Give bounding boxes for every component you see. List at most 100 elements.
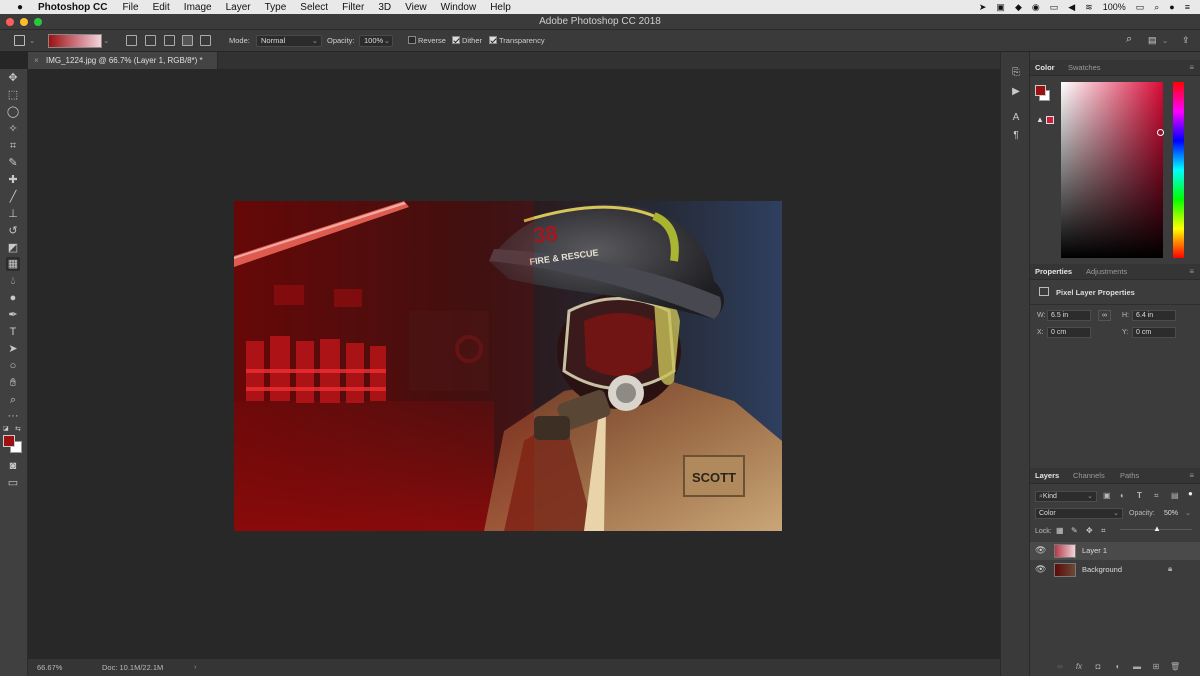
new-group-icon[interactable]: ▬ [1132,662,1142,671]
tab-swatches[interactable]: Swatches [1068,63,1101,72]
eraser-tool-icon[interactable]: ◩ [6,241,20,255]
width-field[interactable]: 6.5 in [1047,310,1091,321]
hand-tool-icon[interactable]: ✋︎ [6,376,20,390]
quick-mask-icon[interactable]: ◙ [6,459,20,473]
app-menu[interactable]: Photoshop CC [38,2,107,13]
tab-properties[interactable]: Properties [1035,267,1072,276]
magic-wand-tool-icon[interactable]: ✧ [6,122,20,136]
filter-type-icon[interactable]: T [1137,491,1142,500]
reverse-checkbox[interactable] [408,36,416,44]
color-picker-cursor[interactable] [1157,129,1164,136]
tab-layers[interactable]: Layers [1035,471,1059,480]
filter-smart-object-icon[interactable]: ▤ [1171,491,1179,500]
layer-opacity-field[interactable]: 50% ⌄ [1160,508,1192,519]
color-field[interactable] [1061,82,1164,258]
default-colors-icon[interactable]: ◪ [3,425,10,432]
height-field[interactable]: 6.4 in [1132,310,1176,321]
battery-icon[interactable]: ▭ [1136,2,1145,13]
airplay-icon[interactable]: ▭ [1050,2,1059,13]
tool-preset-icon[interactable] [14,35,25,46]
menu-image[interactable]: Image [184,2,212,13]
gamut-warning-icon[interactable]: ▲ [1036,115,1044,124]
gradient-tool-icon[interactable]: ▦ [6,257,20,271]
dropbox-icon[interactable]: ◆ [1015,2,1022,13]
lasso-tool-icon[interactable]: ◯ [6,105,20,119]
status-menu-arrow-icon[interactable]: › [194,662,197,671]
crop-tool-icon[interactable]: ⌗ [6,139,20,153]
eyedropper-tool-icon[interactable]: ✎ [6,156,20,170]
dodge-tool-icon[interactable]: ● [6,291,20,305]
type-tool-icon[interactable]: T [6,325,20,339]
gradient-picker[interactable] [48,34,102,48]
layer-row[interactable]: 👁︎ Background 🔒︎ [1030,561,1200,579]
blur-tool-icon[interactable]: 💧︎ [6,274,20,288]
zoom-tool-icon[interactable]: ⌕ [6,393,20,407]
tab-adjustments[interactable]: Adjustments [1086,267,1127,276]
dither-checkbox[interactable] [452,36,460,44]
opacity-field[interactable]: 100% ⌄ [359,35,393,47]
lock-transparent-icon[interactable]: ▦ [1056,526,1064,535]
menu-view[interactable]: View [405,2,427,13]
opacity-slider-thumb[interactable]: ▲ [1153,525,1161,533]
menu-type[interactable]: Type [265,2,287,13]
zoom-level[interactable]: 66.67% [37,663,62,672]
color-panel-menu-icon[interactable]: ≡ [1189,63,1194,72]
lock-artboard-icon[interactable]: ⌗ [1101,526,1106,536]
menu-3d[interactable]: 3D [378,2,391,13]
layer-filter-select[interactable]: ⌕Kind ⌄ [1035,491,1097,502]
menu-layer[interactable]: Layer [226,2,251,13]
chevron-down-icon[interactable]: ⌄ [29,36,35,45]
layers-panel-menu-icon[interactable]: ≡ [1189,471,1194,480]
user-icon[interactable]: ● [1169,2,1174,12]
close-tab-icon[interactable]: × [34,52,39,69]
search-icon[interactable]: ⌕ [1126,33,1132,46]
radial-gradient-icon[interactable] [145,35,156,46]
more-tools-icon[interactable]: ··· [6,409,20,423]
link-layers-icon[interactable]: ∞ [1055,662,1065,671]
layer-name[interactable]: Background [1082,565,1122,574]
document-canvas-image[interactable]: SCOTT 38 FIRE & RESCUE [234,201,782,531]
healing-brush-tool-icon[interactable]: ✚ [6,173,20,187]
character-panel-icon[interactable]: A [1009,111,1023,125]
menu-file[interactable]: File [122,2,138,13]
brush-tool-icon[interactable]: ╱ [6,190,20,204]
layer-name[interactable]: Layer 1 [1082,546,1107,555]
notification-icon[interactable]: ≡ [1185,2,1190,12]
gradient-chevron-icon[interactable]: ⌄ [103,36,109,45]
path-selection-tool-icon[interactable]: ➤ [6,342,20,356]
filter-toggle-icon[interactable]: ● [1188,489,1193,498]
linear-gradient-icon[interactable] [126,35,137,46]
menu-window[interactable]: Window [441,2,477,13]
hue-slider[interactable] [1173,82,1184,258]
screen-mode-icon[interactable]: ▭ [6,476,20,490]
new-layer-icon[interactable]: ⊞ [1151,662,1161,671]
link-icon[interactable]: ∞ [1098,310,1111,321]
lock-image-icon[interactable]: ✎ [1071,526,1078,535]
history-panel-icon[interactable]: ⎘ [1009,66,1023,80]
y-field[interactable]: 0 cm [1132,327,1176,338]
blend-mode-select[interactable]: Color ⌄ [1035,508,1123,519]
lock-icon[interactable]: 🔒︎ [1168,564,1172,574]
tab-color[interactable]: Color [1035,63,1055,72]
wifi-icon[interactable]: ≋ [1085,2,1093,13]
mode-select[interactable]: Normal ⌄ [256,35,322,47]
properties-panel-menu-icon[interactable]: ≡ [1189,267,1194,276]
share-icon[interactable]: ⇪ [1182,35,1190,46]
menu-edit[interactable]: Edit [153,2,170,13]
marquee-tool-icon[interactable]: ⬚ [6,88,20,102]
ellipse-tool-icon[interactable]: ○ [6,359,20,373]
volume-icon[interactable]: ◀ [1068,2,1075,13]
transparency-checkbox[interactable] [489,36,497,44]
reflected-gradient-icon[interactable] [182,35,193,46]
layer-style-icon[interactable]: fx [1074,662,1084,671]
spotlight-icon[interactable]: ⌕ [1154,2,1159,13]
menu-help[interactable]: Help [490,2,511,13]
document-tab[interactable]: × IMG_1224.jpg @ 66.7% (Layer 1, RGB/8*)… [28,52,218,69]
add-mask-icon[interactable]: ◘ [1093,662,1103,671]
x-field[interactable]: 0 cm [1047,327,1091,338]
workspace-chevron-icon[interactable]: ⌄ [1162,36,1168,45]
screen-record-icon[interactable]: ▣ [996,2,1005,13]
workspace-icon[interactable]: ▤ [1148,35,1157,46]
pen-tool-icon[interactable]: ✒ [6,308,20,322]
filter-adjustment-icon[interactable]: ◐ [1120,491,1125,500]
